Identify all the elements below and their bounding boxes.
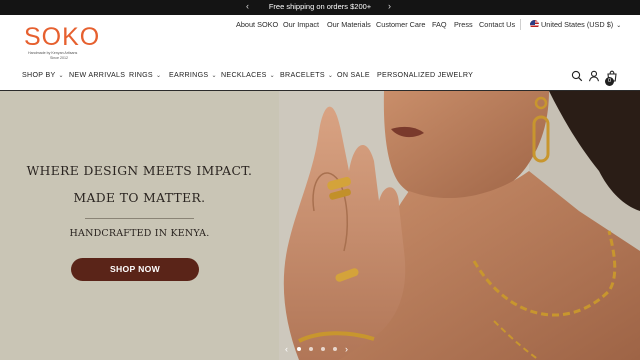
announcement-text: Free shipping on orders $200+ bbox=[268, 2, 372, 11]
nav-personalized-jewelry[interactable]: PERSONALIZED JEWELRY bbox=[377, 71, 473, 79]
hero-headline-line2: MADE TO MATTER. bbox=[73, 191, 206, 205]
nav-bracelets[interactable]: BRACELETS ⌄ bbox=[280, 71, 333, 79]
nav-necklaces[interactable]: NECKLACES ⌄ bbox=[221, 71, 275, 79]
chevron-down-icon: ⌄ bbox=[616, 23, 622, 29]
nav-earrings[interactable]: EARRINGS ⌄ bbox=[169, 71, 217, 79]
chevron-down-icon: ⌄ bbox=[155, 73, 162, 79]
hero-headline-line1: WHERE DESIGN MEETS IMPACT. bbox=[26, 164, 253, 178]
hero-text-panel bbox=[0, 91, 279, 360]
chevron-left-icon[interactable]: ‹ bbox=[285, 344, 288, 354]
us-flag-icon bbox=[530, 20, 539, 29]
chevron-down-icon: ⌄ bbox=[58, 73, 64, 79]
logo-tagline: Handmade by Kenyan Artisans Since 2012 bbox=[28, 51, 78, 60]
nav-on-sale[interactable]: ON SALE bbox=[337, 71, 370, 79]
hero-subheadline: HANDCRAFTED IN KENYA. bbox=[69, 228, 210, 239]
slide-dot[interactable] bbox=[309, 347, 313, 351]
slide-dot[interactable] bbox=[333, 347, 337, 351]
announcement-bar: ‹ Free shipping on orders $200+ › bbox=[0, 0, 640, 15]
util-link-press[interactable]: Press bbox=[454, 20, 473, 29]
util-link-contact[interactable]: Contact Us bbox=[479, 20, 515, 29]
slide-dot[interactable] bbox=[297, 347, 301, 351]
util-link-materials[interactable]: Our Materials bbox=[327, 20, 371, 29]
nav-rings[interactable]: RINGS ⌄ bbox=[129, 71, 161, 79]
model-photo-illustration bbox=[279, 91, 640, 360]
utility-divider bbox=[520, 19, 521, 30]
nav-shop-by[interactable]: SHOP BY ⌄ bbox=[22, 71, 64, 79]
account-icon[interactable] bbox=[588, 69, 600, 82]
chevron-down-icon: ⌄ bbox=[327, 73, 334, 79]
cart-count-badge: 0 bbox=[605, 77, 614, 86]
chevron-right-icon[interactable]: › bbox=[388, 1, 391, 11]
brand-logo[interactable]: SOKO Handmade by Kenyan Artisans Since 2… bbox=[24, 25, 104, 60]
util-link-faq[interactable]: FAQ bbox=[432, 20, 447, 29]
currency-selector[interactable]: United States (USD $) ⌄ bbox=[541, 20, 621, 29]
nav-new-arrivals[interactable]: NEW ARRIVALS bbox=[69, 71, 125, 79]
util-link-impact[interactable]: Our Impact bbox=[283, 20, 319, 29]
search-icon[interactable] bbox=[571, 69, 583, 82]
util-link-customer-care[interactable]: Customer Care bbox=[376, 20, 425, 29]
hero-model-image bbox=[279, 91, 640, 360]
chevron-right-icon[interactable]: › bbox=[345, 344, 348, 354]
util-link-about[interactable]: About SOKO bbox=[236, 20, 278, 29]
chevron-down-icon: ⌄ bbox=[211, 73, 217, 79]
hero-divider bbox=[85, 218, 194, 219]
slide-dot[interactable] bbox=[321, 347, 325, 351]
shop-now-button[interactable]: SHOP NOW bbox=[71, 258, 199, 281]
chevron-down-icon: ⌄ bbox=[269, 73, 275, 79]
